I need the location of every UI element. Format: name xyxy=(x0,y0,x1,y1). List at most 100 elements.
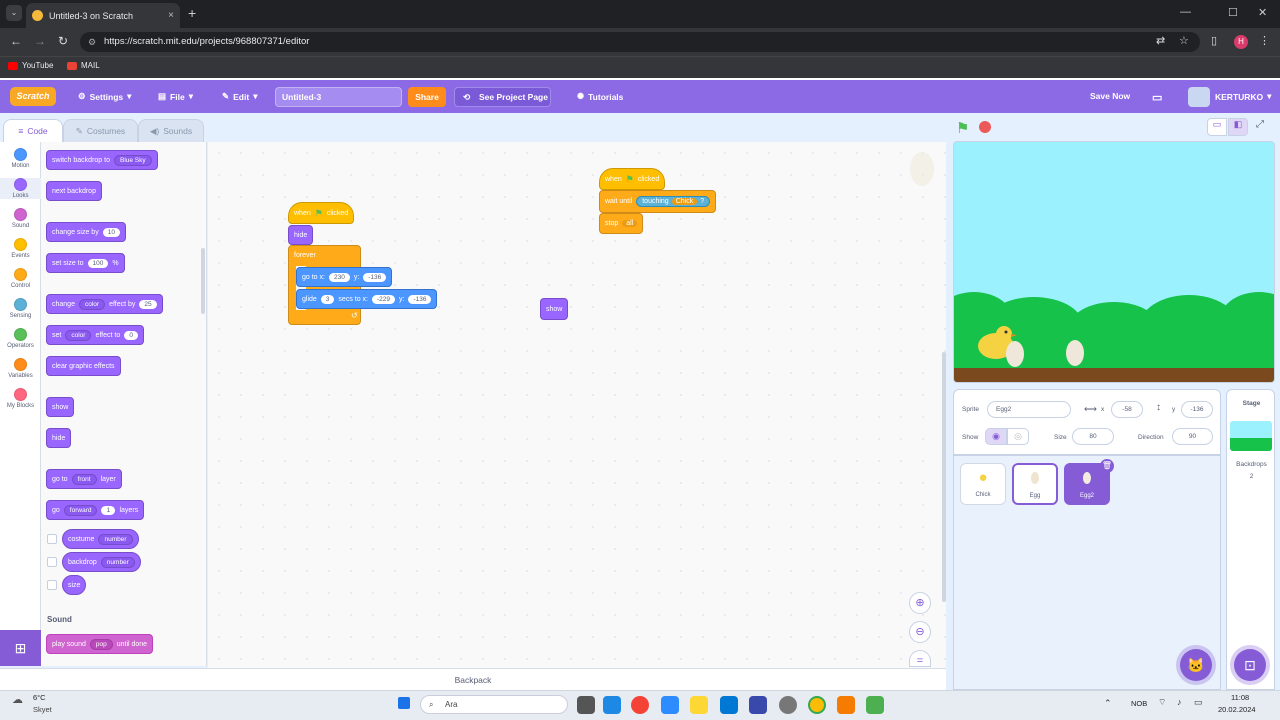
edge-icon[interactable] xyxy=(603,696,621,714)
close-window-icon[interactable]: ✕ xyxy=(1258,6,1267,19)
category-control[interactable]: Control xyxy=(0,268,41,289)
loose-show-block[interactable]: show xyxy=(540,298,569,320)
account-menu[interactable]: KERTURKO ▾ xyxy=(1215,91,1271,102)
backdrop-thumbnail[interactable] xyxy=(1230,421,1272,451)
tab-costumes[interactable]: ✎ Costumes xyxy=(63,119,138,142)
category-motion[interactable]: Motion xyxy=(0,148,41,169)
chrome-icon[interactable] xyxy=(631,696,649,714)
new-tab-button[interactable]: + xyxy=(188,5,196,21)
block-play-sound[interactable]: play sound pop until done xyxy=(46,634,154,654)
block-clear-effects[interactable]: clear graphic effects xyxy=(46,356,121,376)
tab-sounds[interactable]: ◀) Sounds xyxy=(138,119,204,142)
taskbar-search[interactable]: ⌕ Ara xyxy=(420,695,568,714)
add-extension-button[interactable]: ⊞ xyxy=(0,630,41,666)
tab-list-button[interactable]: ⌄ xyxy=(6,5,22,21)
wifi-icon[interactable]: ⌔ xyxy=(1158,697,1166,708)
category-events[interactable]: Events xyxy=(0,238,41,259)
x-input[interactable]: -58 xyxy=(1111,401,1143,418)
when-flag-clicked-hat[interactable]: when ⚑ clicked xyxy=(288,202,355,224)
hide-eye-icon[interactable]: ◎ xyxy=(1007,428,1029,445)
category-operators[interactable]: Operators xyxy=(0,328,41,349)
glide-block[interactable]: glide 3 secs to x: -229 y: -136 xyxy=(296,289,438,309)
bookmark-youtube[interactable]: YouTube xyxy=(8,61,53,70)
task-view-icon[interactable] xyxy=(577,696,595,714)
block-backdrop-reporter[interactable]: backdrop number xyxy=(62,552,141,572)
app-icon[interactable] xyxy=(749,696,767,714)
egg2-sprite[interactable] xyxy=(1066,340,1084,366)
block-change-size[interactable]: change size by 10 xyxy=(46,222,126,242)
block-show[interactable]: show xyxy=(46,397,75,417)
bookmark-mail[interactable]: MAIL xyxy=(67,61,100,70)
go-to-xy-block[interactable]: go to x: 230 y: -136 xyxy=(296,267,393,287)
hide-block[interactable]: hide xyxy=(288,225,314,245)
my-stuff-folder-icon[interactable]: ▭ xyxy=(1152,91,1162,104)
windows-start-icon[interactable] xyxy=(398,697,410,709)
browser-menu-icon[interactable]: ⋮ xyxy=(1259,34,1270,47)
size-monitor-checkbox[interactable] xyxy=(47,580,57,590)
save-now-button[interactable]: Save Now xyxy=(1090,91,1130,101)
block-switch-backdrop[interactable]: switch backdrop to Blue Sky xyxy=(46,150,158,170)
size-input[interactable]: 80 xyxy=(1072,428,1114,445)
share-button[interactable]: Share xyxy=(408,87,446,107)
tab-code[interactable]: ≡ Code xyxy=(3,119,63,142)
app-icon-2[interactable] xyxy=(779,696,797,714)
sprite-name-input[interactable]: Egg2 xyxy=(987,401,1071,418)
category-looks[interactable]: Looks xyxy=(0,178,41,199)
block-go-layers[interactable]: go forward 1 layers xyxy=(46,500,145,520)
see-project-page-button[interactable]: ⟲ See Project Page xyxy=(454,87,551,107)
choose-backdrop-button[interactable]: ⊡ xyxy=(1234,649,1266,681)
small-stage-button[interactable]: ▭ xyxy=(1207,118,1227,136)
wait-until-block[interactable]: wait until touching Chick? xyxy=(599,190,717,213)
chrome-profile-icon[interactable] xyxy=(808,696,826,714)
egg-sprite[interactable] xyxy=(1006,341,1024,367)
costume-monitor-checkbox[interactable] xyxy=(47,534,57,544)
clock-time[interactable]: 11:08 xyxy=(1231,693,1249,702)
tutorials-button[interactable]: ✺ Tutorials xyxy=(577,91,623,102)
zoom-in-button[interactable]: ⊕ xyxy=(909,592,931,614)
translate-icon[interactable]: ⇄ xyxy=(1156,34,1165,47)
when-flag-clicked-hat-2[interactable]: when ⚑ clicked xyxy=(599,168,666,190)
volume-icon[interactable]: ♪ xyxy=(1177,697,1182,707)
edit-menu[interactable]: ✎ Edit ▾ xyxy=(222,91,257,102)
category-sound[interactable]: Sound xyxy=(0,208,41,229)
zoom-reset-button[interactable]: = xyxy=(909,650,931,667)
bookmark-star-icon[interactable]: ☆ xyxy=(1179,34,1189,47)
scratch-logo[interactable]: Scratch xyxy=(10,87,56,106)
minimize-icon[interactable]: — xyxy=(1180,6,1191,18)
block-change-effect[interactable]: change color effect by 25 xyxy=(46,294,163,314)
fullscreen-icon[interactable]: ⤢ xyxy=(1256,119,1264,130)
stop-sign-icon[interactable] xyxy=(979,121,991,133)
back-icon[interactable]: ← xyxy=(10,34,22,48)
reload-icon[interactable]: ↻ xyxy=(58,34,68,48)
sprite-thumb-chick[interactable]: ● Chick xyxy=(960,463,1006,505)
sidepanel-icon[interactable]: ▯ xyxy=(1211,34,1217,47)
delete-sprite-trash-icon[interactable]: 🗑 xyxy=(1100,459,1114,473)
block-next-backdrop[interactable]: next backdrop xyxy=(46,181,102,201)
profile-avatar[interactable]: H xyxy=(1234,35,1248,49)
zoom-out-button[interactable]: ⊖ xyxy=(909,621,931,643)
browser-tab[interactable]: Untitled-3 on Scratch × xyxy=(26,3,180,28)
project-title-input[interactable]: Untitled-3 xyxy=(275,87,402,107)
block-set-size[interactable]: set size to 100% xyxy=(46,253,125,273)
block-go-to-layer[interactable]: go to front layer xyxy=(46,469,122,489)
show-visible-eye-icon[interactable]: ◉ xyxy=(985,428,1007,445)
battery-icon[interactable]: ▭ xyxy=(1194,697,1203,708)
block-size-reporter[interactable]: size xyxy=(62,575,87,595)
language-indicator[interactable]: NOB xyxy=(1131,699,1147,708)
sprite-thumb-egg[interactable]: ⬮ Egg xyxy=(1012,463,1058,505)
file-menu[interactable]: ▤ File ▾ xyxy=(158,91,193,102)
stop-all-block[interactable]: stop all xyxy=(599,213,644,234)
settings-menu[interactable]: ⚙ Settings ▾ xyxy=(78,91,131,102)
choose-sprite-button[interactable]: 🐱 xyxy=(1180,649,1212,681)
category-variables[interactable]: Variables xyxy=(0,358,41,379)
block-hide[interactable]: hide xyxy=(46,428,72,448)
stage-canvas[interactable] xyxy=(953,141,1275,383)
workspace-scrollbar[interactable] xyxy=(942,352,946,602)
clock-date[interactable]: 20.02.2024 xyxy=(1218,705,1256,714)
touching-condition[interactable]: touching Chick? xyxy=(636,196,711,207)
close-tab-icon[interactable]: × xyxy=(168,10,174,21)
y-input[interactable]: -136 xyxy=(1181,401,1213,418)
site-info-icon[interactable]: ⚙ xyxy=(88,32,96,52)
weather-temp[interactable]: 6°C xyxy=(33,693,46,702)
tray-chevron-icon[interactable]: ⌃ xyxy=(1104,698,1112,709)
